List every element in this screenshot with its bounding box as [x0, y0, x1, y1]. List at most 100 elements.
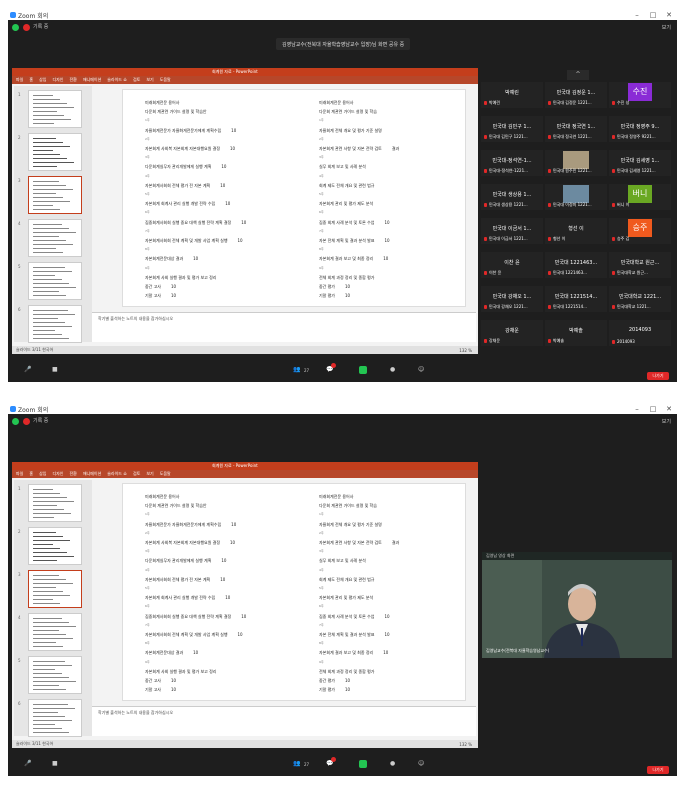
ribbon-tab[interactable]: 파일	[16, 77, 23, 83]
mute-button[interactable]: 🎤	[24, 760, 31, 767]
slide-thumbnail[interactable]: 2	[18, 527, 82, 565]
slide-thumbnail[interactable]: 6	[18, 699, 82, 737]
ribbon-tab[interactable]: 파일	[16, 471, 23, 477]
participant-tile[interactable]: 버니 버니 이	[609, 184, 671, 210]
slide-number: 2	[18, 135, 21, 140]
speaker-notes[interactable]: 학기별 출석하는 노트의 내용을 참가하십시오	[92, 312, 476, 342]
slide-thumbnail[interactable]: 4	[18, 219, 82, 257]
slide-canvas[interactable]: 미래회계전문 용어사 다운회 계관련 가이드 설명 및 학습안 1주 자율회계전문가 …	[122, 89, 466, 307]
ribbon-tab[interactable]: 검토	[133, 471, 140, 477]
row-score: 10	[230, 146, 236, 151]
share-screen-button[interactable]	[359, 366, 367, 374]
participant-tile[interactable]: 민국대 정국연 1... 민국대 정국연 1221...	[545, 116, 607, 142]
participant-tile[interactable]: 박예린 박예린	[481, 82, 543, 108]
ribbon-tab[interactable]: 삽입	[39, 471, 46, 477]
slide-canvas[interactable]: 미래회계전문 용어사 다운회 계관련 가이드 설명 및 학습안 1주 자율회계전문가 …	[122, 483, 466, 701]
minimize-button[interactable]: –	[629, 405, 645, 413]
participant-tile[interactable]: 민국대 정영주 9... 민국대 정영주 9221...	[609, 116, 671, 142]
participant-tile[interactable]: 민국대 이금서 1... 민국대 이금서 1221...	[481, 218, 543, 244]
participant-name-text: 승주 김	[617, 236, 630, 241]
slide-thumbnail[interactable]: 1	[18, 484, 82, 522]
ribbon-tab[interactable]: 보기	[146, 77, 153, 83]
participant-tile[interactable]: 민국대학교 원근... 민국대학교 원근...	[609, 252, 671, 278]
slide-thumbnail[interactable]: 3	[18, 176, 82, 214]
participant-tile[interactable]: 민국대 김민구 1... 민국대 김민구 1221...	[481, 116, 543, 142]
minimize-button[interactable]: –	[629, 11, 645, 19]
participant-tile[interactable]: 민국대 김정운 1... 민국대 김정운 1221...	[545, 82, 607, 108]
view-button[interactable]: 보기	[662, 418, 671, 425]
participant-tile[interactable]: 이찬 윤 이찬 윤	[481, 252, 543, 278]
mute-button[interactable]: 🎤	[24, 366, 31, 373]
zoom-level[interactable]: 132 %	[459, 742, 472, 747]
participant-tile[interactable]: 민국대학교 1221... 민국대학교 1221...	[609, 286, 671, 312]
view-button[interactable]: 보기	[662, 24, 671, 31]
participants-button[interactable]: 👥	[293, 760, 300, 767]
ribbon-tab[interactable]: 검토	[133, 77, 140, 83]
ribbon-tab[interactable]: 디자인	[52, 77, 63, 83]
maximize-button[interactable]: □	[645, 405, 661, 413]
thumbnail-line	[33, 634, 66, 635]
slide-thumbnail[interactable]: 1	[18, 90, 82, 128]
thumbnail-line	[33, 232, 76, 233]
share-screen-button[interactable]	[359, 760, 367, 768]
leave-button[interactable]: 나가기	[647, 372, 669, 380]
ribbon-tab[interactable]: 도움말	[160, 77, 171, 83]
maximize-button[interactable]: □	[645, 11, 661, 19]
participant-tile[interactable]: 민국대 강채오 1... 민국대 강채오 1221...	[481, 286, 543, 312]
row-text: 실무 회계 보고 및 사례 분석	[319, 558, 366, 564]
shield-icon[interactable]	[12, 418, 19, 425]
participant-tile[interactable]: 민국대 김세영 1... 민국대 김세영 1221...	[609, 150, 671, 176]
slide-thumbnail[interactable]: 6	[18, 305, 82, 343]
participants-button[interactable]: 👥	[293, 366, 300, 373]
ribbon-tab[interactable]: 보기	[146, 471, 153, 477]
slide-number: 6	[18, 307, 21, 312]
chevron-up-icon[interactable]: ^	[567, 70, 589, 80]
close-button[interactable]: ✕	[661, 405, 677, 413]
thumbnail-line	[33, 123, 54, 124]
participant-tile[interactable]: 형선 이 형선 이	[545, 218, 607, 244]
ribbon-tab[interactable]: 홈	[29, 471, 33, 477]
ribbon-tab[interactable]: 애니메이션	[83, 77, 101, 83]
ribbon-tab[interactable]: 전환	[69, 77, 76, 83]
participant-tile[interactable]: 민국대 이정미 1221...	[545, 184, 607, 210]
reactions-button[interactable]: ☺	[418, 366, 424, 373]
ribbon-tab[interactable]: 슬라이드 쇼	[107, 471, 127, 477]
ribbon-tab[interactable]: 도움말	[160, 471, 171, 477]
participant-tile[interactable]: 민국대-정석연-1... 민국대-정석연-1221...	[481, 150, 543, 176]
ribbon-tab[interactable]: 삽입	[39, 77, 46, 83]
participant-tile[interactable]: 2014093 2014093	[609, 320, 671, 346]
participant-tile[interactable]: 민국대 원주민 1221...	[545, 150, 607, 176]
leave-button[interactable]: 나가기	[647, 766, 669, 774]
slide-thumbnail[interactable]: 5	[18, 262, 82, 300]
participant-tile[interactable]: 민국대 1221463... 민국대 1221463...	[545, 252, 607, 278]
close-button[interactable]: ✕	[661, 11, 677, 19]
zoom-level[interactable]: 132 %	[459, 348, 472, 353]
ribbon-tab[interactable]: 디자인	[52, 471, 63, 477]
speaker-notes[interactable]: 학기별 출석하는 노트의 내용을 참가하십시오	[92, 706, 476, 736]
participant-tile[interactable]: 민국대 생상용 1... 민국대 생상용 1221...	[481, 184, 543, 210]
thumbnail-line	[33, 724, 55, 725]
ribbon-tab[interactable]: 전환	[69, 471, 76, 477]
speaker-video-window[interactable]: 김영남 영상 화면 김영남교수(전북대 자율학습영남교수)	[482, 552, 672, 658]
participant-tile[interactable]: 민국대 1221514... 민국대 1221514...	[545, 286, 607, 312]
slide-thumbnail[interactable]: 3	[18, 570, 82, 608]
ribbon-tab[interactable]: 홈	[29, 77, 33, 83]
row-score: 10	[171, 293, 177, 299]
ribbon-tab[interactable]: 애니메이션	[83, 471, 101, 477]
slide-thumbnail[interactable]: 4	[18, 613, 82, 651]
slide-thumbnails[interactable]: 1234567	[14, 86, 92, 354]
shield-icon[interactable]	[12, 24, 19, 31]
slide-thumbnail[interactable]: 5	[18, 656, 82, 694]
record-button[interactable]: ●	[390, 760, 395, 767]
participant-tile[interactable]: 승주 승주 김	[609, 218, 671, 244]
record-button[interactable]: ●	[390, 366, 395, 373]
participant-tile[interactable]: 강채운 강채운	[481, 320, 543, 346]
reactions-button[interactable]: ☺	[418, 760, 424, 767]
slide-thumbnails[interactable]: 1234567	[14, 480, 92, 748]
video-button[interactable]: ■	[52, 366, 58, 373]
participant-tile[interactable]: 수진 수진 성	[609, 82, 671, 108]
participant-tile[interactable]: 박예솔 박예솔	[545, 320, 607, 346]
slide-thumbnail[interactable]: 2	[18, 133, 82, 171]
ribbon-tab[interactable]: 슬라이드 쇼	[107, 77, 127, 83]
video-button[interactable]: ■	[52, 760, 58, 767]
